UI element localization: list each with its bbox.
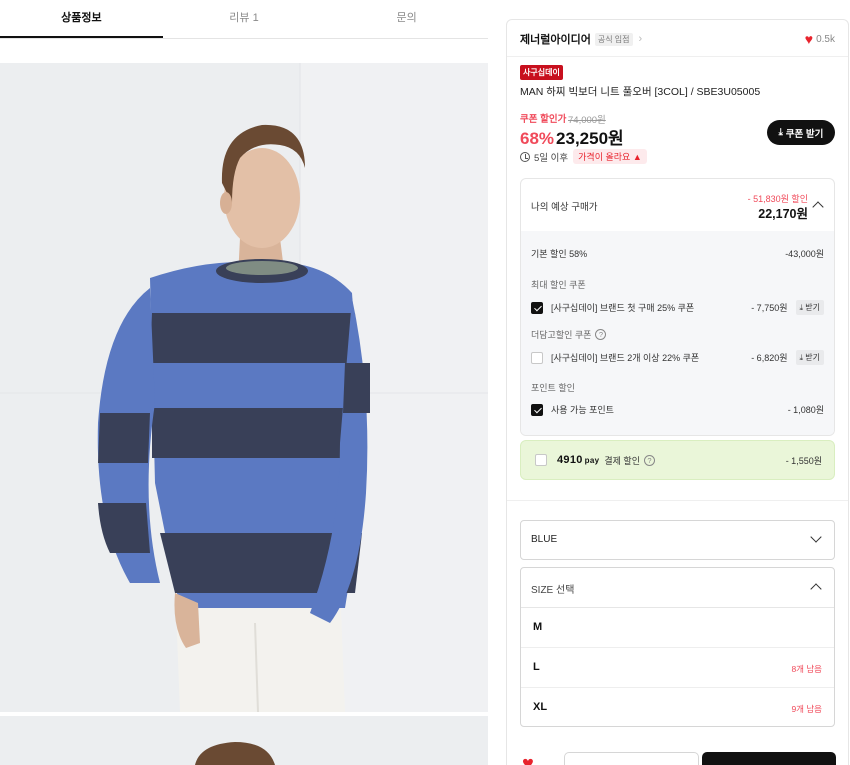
help-icon[interactable]: ? [595, 329, 607, 340]
pay-logo-text: 4910 [557, 454, 583, 466]
max-coupon-get-label: 받기 [805, 303, 820, 312]
extra-coupon-title: 더담고할인 쿠폰 ? [531, 328, 824, 341]
purchase-panel: 제너럴아이디어 공식 입점 › ♥ 0.5k 사구십데이 MAN 하찌 빅보더 … [506, 19, 849, 765]
base-discount-row: 기본 할인 58% -43,000원 [531, 247, 824, 260]
estimate-header[interactable]: 나의 예상 구매가 - 51,830원 할인 22,170원 [521, 179, 834, 231]
pay-discount-label: 결제 할인 [604, 455, 640, 466]
size-select-header[interactable]: SIZE 선택 [521, 568, 834, 608]
point-title-text: 포인트 할인 [531, 383, 575, 393]
size-option-label: L [533, 661, 540, 673]
divider [507, 56, 848, 57]
brand-row: 제너럴아이디어 공식 입점 › ♥ 0.5k [520, 30, 835, 48]
pay-discount-value: - 1,550원 [785, 455, 822, 466]
heart-icon: ♥ [804, 31, 814, 47]
size-stock: 9개 남음 [791, 704, 822, 714]
size-option-xl[interactable]: XL 9개 남음 [521, 688, 834, 726]
size-option-l[interactable]: L 8개 남음 [521, 648, 834, 688]
action-bar: ♥ [507, 750, 848, 765]
buy-button[interactable] [702, 752, 836, 765]
help-icon[interactable]: ? [643, 454, 655, 466]
extra-coupon-get-label: 받기 [805, 353, 820, 362]
clock-icon [520, 151, 530, 162]
point-value: - 1,080원 [787, 405, 824, 415]
brand-name[interactable]: 제너럴아이디어 [520, 31, 591, 47]
pay-logo: 4910 pay [557, 454, 599, 466]
pay-discount-checkbox[interactable] [535, 454, 547, 466]
max-coupon-title-text: 최대 할인 쿠폰 [531, 280, 586, 290]
point-label: 사용 가능 포인트 [551, 405, 614, 415]
download-icon: ⤓ [778, 127, 783, 138]
coupon-price-label: 쿠폰 할인가 [520, 114, 567, 125]
chevron-right-icon[interactable]: › [639, 33, 643, 45]
point-title: 포인트 할인 [531, 381, 824, 394]
point-checkbox[interactable] [531, 403, 543, 416]
tab-product-info[interactable]: 상품정보 [0, 0, 163, 38]
sale-price: 23,250원 [556, 129, 624, 148]
secondary-action-button[interactable] [564, 752, 699, 765]
size-option-m[interactable]: M [521, 608, 834, 648]
max-coupon-row: [사구십데이] 브랜드 첫 구매 25% 쿠폰 - 7,750원 ⤓ 받기 [531, 300, 824, 315]
official-badge: 공식 입점 [594, 32, 633, 46]
event-badge: 사구십데이 [520, 65, 563, 80]
product-name: MAN 하찌 빅보더 니트 풀오버 [3COL] / SBE3U05005 [520, 86, 761, 98]
pay-logo-suffix: pay [584, 456, 600, 465]
discount-rate: 68% [520, 129, 555, 148]
extra-coupon-get-button[interactable]: ⤓ 받기 [795, 350, 824, 365]
extra-coupon-value: - 6,820원 [751, 353, 788, 363]
base-discount-label: 기본 할인 58% [531, 249, 588, 259]
price-notice: 5일 이후 가격이 올라요 ▲ [520, 149, 647, 164]
price-rise-badge: 가격이 올라요 ▲ [573, 149, 647, 164]
chevron-up-icon[interactable] [812, 201, 824, 213]
color-select[interactable]: BLUE [520, 520, 835, 560]
max-coupon-checkbox[interactable] [531, 301, 543, 314]
max-coupon-get-button[interactable]: ⤓ 받기 [795, 300, 824, 315]
product-photo [0, 63, 488, 712]
estimate-total: 22,170원 [758, 207, 808, 221]
max-coupon-title: 최대 할인 쿠폰 [531, 278, 824, 291]
extra-coupon-label: [사구십데이] 브랜드 2개 이상 22% 쿠폰 [551, 353, 700, 363]
heart-icon[interactable]: ♥ [522, 754, 534, 765]
price-row: 68% 23,250원 [520, 124, 624, 149]
divider [507, 500, 848, 501]
extra-coupon-checkbox[interactable] [531, 351, 543, 364]
max-coupon-label: [사구십데이] 브랜드 첫 구매 25% 쿠폰 [551, 303, 695, 313]
tab-inquiry[interactable]: 문의 [325, 0, 488, 38]
notice-days: 5일 이후 [534, 152, 569, 164]
chevron-down-icon [810, 531, 822, 543]
get-coupon-button[interactable]: ⤓ 쿠폰 받기 [767, 120, 835, 145]
point-row: 사용 가능 포인트 - 1,080원 [531, 403, 824, 416]
like-button[interactable]: ♥ 0.5k [805, 32, 835, 46]
size-stock: 8개 남음 [791, 664, 822, 674]
color-selected: BLUE [531, 534, 558, 545]
pay-discount-row: 4910 pay 결제 할인 ? - 1,550원 [520, 440, 835, 480]
estimate-box: 나의 예상 구매가 - 51,830원 할인 22,170원 기본 할인 58%… [520, 178, 835, 436]
estimate-label: 나의 예상 구매가 [531, 202, 598, 213]
size-option-label: XL [533, 701, 548, 713]
max-coupon-value: - 7,750원 [751, 303, 788, 313]
size-option-label: M [533, 621, 543, 633]
chevron-up-icon [810, 583, 822, 595]
size-placeholder: SIZE 선택 [531, 585, 575, 596]
tab-reviews[interactable]: 리뷰 1 [163, 0, 326, 38]
get-coupon-label: 쿠폰 받기 [785, 128, 824, 140]
size-select: SIZE 선택 M L 8개 남음 XL 9개 남음 [520, 567, 835, 727]
base-discount-value: -43,000원 [785, 249, 824, 259]
extra-coupon-title-text: 더담고할인 쿠폰 [531, 330, 592, 340]
product-photo-2 [0, 716, 488, 765]
detail-tabs: 상품정보 리뷰 1 문의 [0, 0, 488, 39]
estimate-breakdown: 기본 할인 58% -43,000원 최대 할인 쿠폰 [사구십데이] 브랜드 … [521, 231, 834, 435]
like-count: 0.5k [816, 33, 835, 45]
extra-coupon-row: [사구십데이] 브랜드 2개 이상 22% 쿠폰 - 6,820원 ⤓ 받기 [531, 350, 824, 365]
